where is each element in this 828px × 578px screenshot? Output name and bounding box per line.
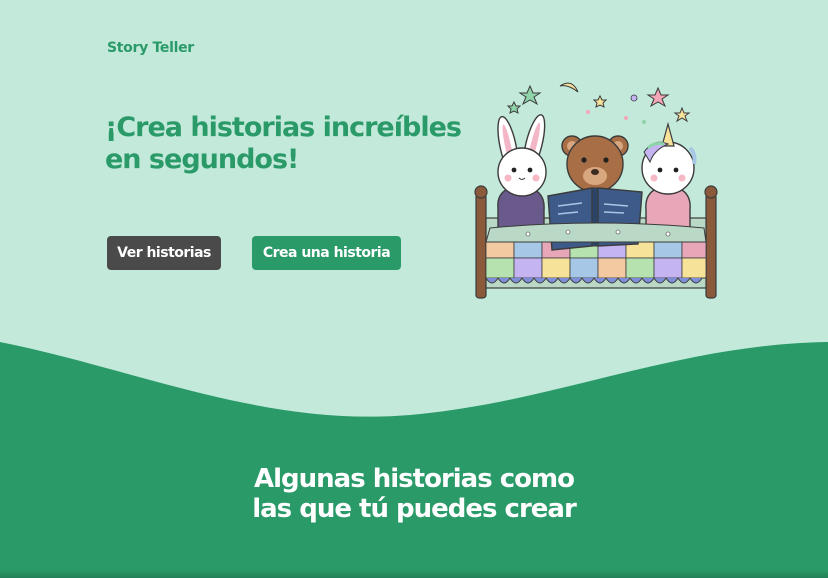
hero-headline: ¡Crea historias increíbles en segundos! — [105, 112, 462, 175]
stars-decoration — [506, 82, 691, 124]
view-stories-button[interactable]: Ver historias — [107, 236, 221, 270]
wave-divider — [0, 342, 828, 578]
stories-section-title: Algunas historias como las que tú puedes… — [0, 464, 828, 524]
bottom-edge — [0, 570, 828, 578]
stories-section-title-line2: las que tú puedes crear — [252, 494, 577, 524]
bunny-character — [497, 114, 547, 229]
unicorn-character — [641, 121, 697, 229]
create-story-button[interactable]: Crea una historia — [252, 236, 401, 270]
stories-section-title-line1: Algunas historias como — [254, 464, 575, 494]
brand-logo[interactable]: Story Teller — [107, 40, 194, 56]
storybook-illustration-icon — [474, 82, 718, 299]
